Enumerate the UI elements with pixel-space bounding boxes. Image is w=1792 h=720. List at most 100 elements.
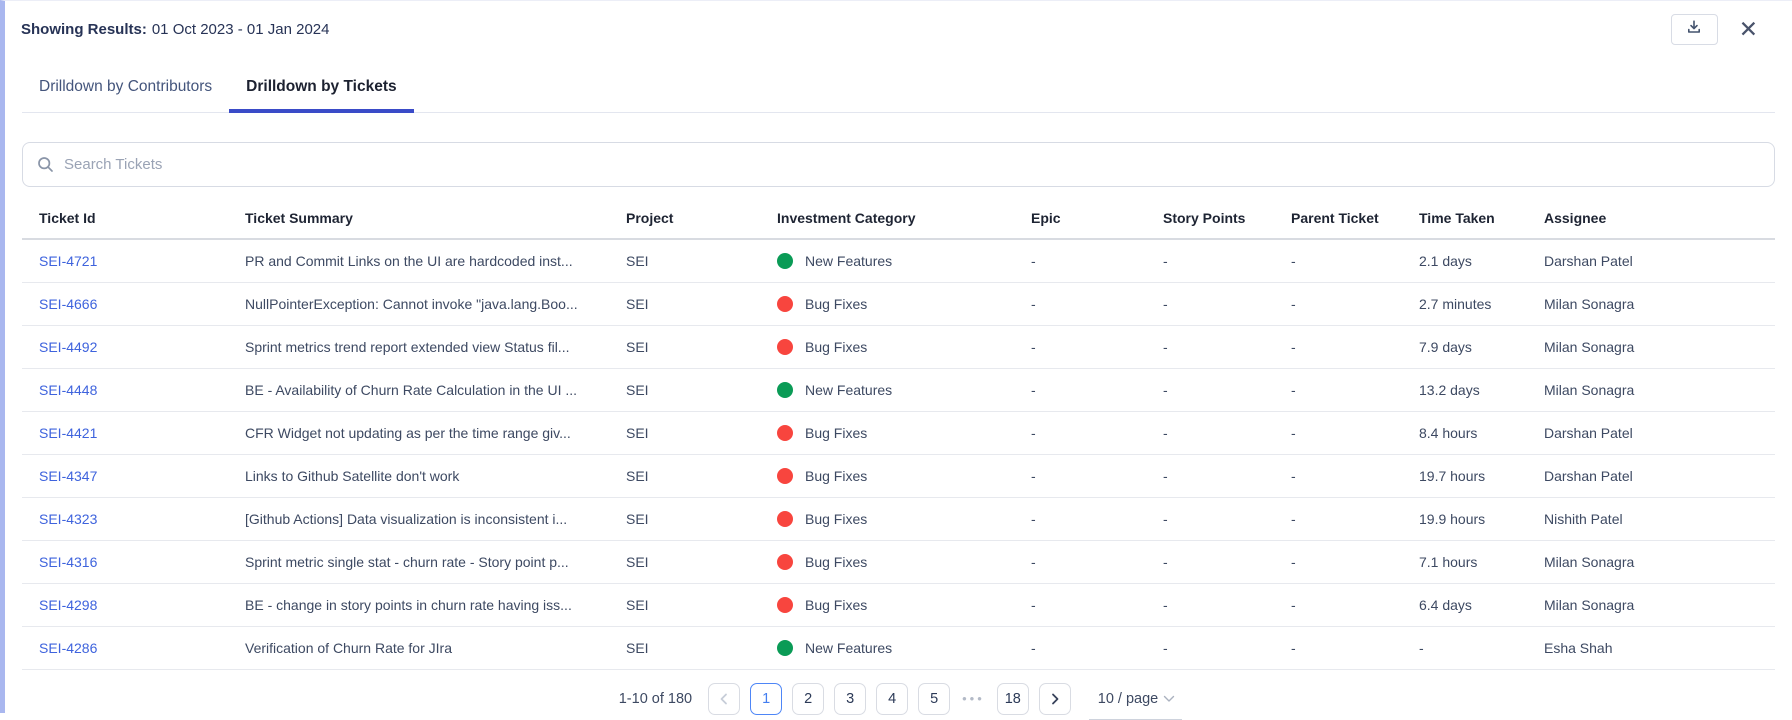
page-button-5[interactable]: 5 — [918, 683, 950, 715]
pagination-range: 1-10 of 180 — [619, 691, 692, 707]
category-label: Bug Fixes — [805, 597, 867, 613]
story-points-cell: - — [1163, 282, 1291, 325]
time-taken-cell: 13.2 days — [1419, 368, 1544, 411]
story-points-cell: - — [1163, 454, 1291, 497]
parent-ticket-cell: - — [1291, 282, 1419, 325]
epic-cell: - — [1031, 239, 1163, 282]
download-icon — [1686, 19, 1702, 40]
category-label: Bug Fixes — [805, 511, 867, 527]
epic-cell: - — [1031, 497, 1163, 540]
drilldown-panel: Showing Results:01 Oct 2023 - 01 Jan 202… — [0, 0, 1792, 713]
download-button[interactable] — [1671, 14, 1718, 45]
ticket-summary-cell: Verification of Churn Rate for JIra — [245, 626, 626, 669]
col-header-time-taken: Time Taken — [1419, 195, 1544, 239]
parent-ticket-cell: - — [1291, 239, 1419, 282]
assignee-cell: Milan Sonagra — [1544, 583, 1775, 626]
project-cell: SEI — [626, 497, 777, 540]
ticket-summary-cell: [Github Actions] Data visualization is i… — [245, 497, 626, 540]
assignee-cell: Milan Sonagra — [1544, 368, 1775, 411]
category-dot-icon — [777, 382, 793, 398]
category-label: Bug Fixes — [805, 339, 867, 355]
page-button-2[interactable]: 2 — [792, 683, 824, 715]
ticket-summary-cell: NullPointerException: Cannot invoke "jav… — [245, 282, 626, 325]
epic-cell: - — [1031, 626, 1163, 669]
chevron-right-icon — [1050, 693, 1060, 705]
time-taken-cell: 2.7 minutes — [1419, 282, 1544, 325]
header-actions: ✕ — [1671, 14, 1758, 45]
ticket-summary-cell: Links to Github Satellite don't work — [245, 454, 626, 497]
assignee-cell: Darshan Patel — [1544, 454, 1775, 497]
story-points-cell: - — [1163, 540, 1291, 583]
category-label: Bug Fixes — [805, 425, 867, 441]
panel-header: Showing Results:01 Oct 2023 - 01 Jan 202… — [5, 1, 1792, 45]
ticket-id-link[interactable]: SEI-4721 — [39, 253, 97, 269]
ticket-id-link[interactable]: SEI-4298 — [39, 597, 97, 613]
page-size-value: 10 / page — [1098, 691, 1158, 707]
ticket-id-link[interactable]: SEI-4347 — [39, 468, 97, 484]
chevron-down-icon — [1163, 695, 1175, 703]
time-taken-cell: 7.9 days — [1419, 325, 1544, 368]
page-button-18[interactable]: 18 — [997, 683, 1029, 715]
parent-ticket-cell: - — [1291, 626, 1419, 669]
parent-ticket-cell: - — [1291, 583, 1419, 626]
parent-ticket-cell: - — [1291, 540, 1419, 583]
time-taken-cell: 7.1 hours — [1419, 540, 1544, 583]
story-points-cell: - — [1163, 368, 1291, 411]
next-page-button[interactable] — [1039, 683, 1071, 715]
assignee-cell: Darshan Patel — [1544, 239, 1775, 282]
search-input[interactable] — [64, 156, 1760, 173]
table-row: SEI-4492 Sprint metrics trend report ext… — [22, 325, 1775, 368]
tab-drilldown-by-tickets[interactable]: Drilldown by Tickets — [229, 68, 413, 113]
time-taken-cell: 19.7 hours — [1419, 454, 1544, 497]
epic-cell: - — [1031, 540, 1163, 583]
col-header-ticket-id: Ticket Id — [22, 195, 245, 239]
category-dot-icon — [777, 511, 793, 527]
table-row: SEI-4347 Links to Github Satellite don't… — [22, 454, 1775, 497]
col-header-project: Project — [626, 195, 777, 239]
table-row: SEI-4666 NullPointerException: Cannot in… — [22, 282, 1775, 325]
time-taken-cell: - — [1419, 626, 1544, 669]
project-cell: SEI — [626, 454, 777, 497]
ticket-id-link[interactable]: SEI-4323 — [39, 511, 97, 527]
page-button-1[interactable]: 1 — [750, 683, 782, 715]
ticket-id-link[interactable]: SEI-4666 — [39, 296, 97, 312]
project-cell: SEI — [626, 626, 777, 669]
close-icon[interactable]: ✕ — [1739, 18, 1758, 41]
page-button-4[interactable]: 4 — [876, 683, 908, 715]
pagination-ellipsis[interactable]: ••• — [960, 691, 987, 706]
assignee-cell: Darshan Patel — [1544, 411, 1775, 454]
ticket-summary-cell: Sprint metrics trend report extended vie… — [245, 325, 626, 368]
search-icon — [37, 156, 54, 173]
table-row: SEI-4721 PR and Commit Links on the UI a… — [22, 239, 1775, 282]
table-row: SEI-4298 BE - change in story points in … — [22, 583, 1775, 626]
project-cell: SEI — [626, 411, 777, 454]
story-points-cell: - — [1163, 497, 1291, 540]
tickets-table: Ticket Id Ticket Summary Project Investm… — [22, 195, 1775, 670]
page-button-3[interactable]: 3 — [834, 683, 866, 715]
category-label: New Features — [805, 253, 892, 269]
table-row: SEI-4286 Verification of Churn Rate for … — [22, 626, 1775, 669]
category-dot-icon — [777, 296, 793, 312]
prev-page-button[interactable] — [708, 683, 740, 715]
project-cell: SEI — [626, 239, 777, 282]
table-header-row: Ticket Id Ticket Summary Project Investm… — [22, 195, 1775, 239]
epic-cell: - — [1031, 411, 1163, 454]
assignee-cell: Nishith Patel — [1544, 497, 1775, 540]
page-size-select[interactable]: 10 / page — [1095, 691, 1178, 707]
table-row: SEI-4448 BE - Availability of Churn Rate… — [22, 368, 1775, 411]
tab-drilldown-by-contributors[interactable]: Drilldown by Contributors — [22, 68, 229, 113]
search-box[interactable] — [22, 142, 1775, 187]
ticket-id-link[interactable]: SEI-4316 — [39, 554, 97, 570]
ticket-id-link[interactable]: SEI-4286 — [39, 640, 97, 656]
table-row: SEI-4323 [Github Actions] Data visualiza… — [22, 497, 1775, 540]
col-header-ticket-summary: Ticket Summary — [245, 195, 626, 239]
table-row: SEI-4316 Sprint metric single stat - chu… — [22, 540, 1775, 583]
col-header-assignee: Assignee — [1544, 195, 1775, 239]
ticket-id-link[interactable]: SEI-4421 — [39, 425, 97, 441]
project-cell: SEI — [626, 282, 777, 325]
category-dot-icon — [777, 468, 793, 484]
ticket-id-link[interactable]: SEI-4492 — [39, 339, 97, 355]
category-label: Bug Fixes — [805, 468, 867, 484]
ticket-id-link[interactable]: SEI-4448 — [39, 382, 97, 398]
assignee-cell: Milan Sonagra — [1544, 282, 1775, 325]
